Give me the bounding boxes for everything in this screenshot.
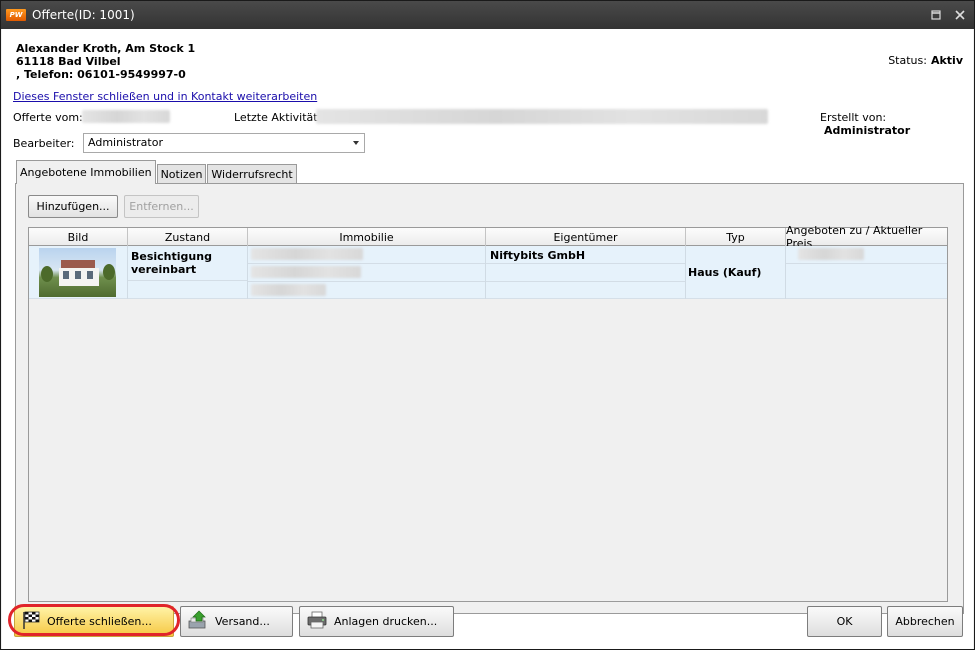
app-logo-icon: PW	[6, 9, 26, 21]
cell-eigentuemer: Niftybits GmbH	[486, 246, 686, 299]
offer-window: PW Offerte(ID: 1001) Alexander Kroth, Am…	[0, 0, 975, 650]
properties-grid: Bild Zustand Immobilie Eigentümer Typ An…	[28, 224, 948, 602]
cell-preis	[786, 246, 947, 299]
column-header-eigentuemer[interactable]: Eigentümer	[486, 228, 686, 246]
close-and-continue-link[interactable]: Dieses Fenster schließen und in Kontakt …	[13, 90, 317, 103]
highlight-annotation	[8, 604, 180, 636]
status-value: Aktiv	[930, 54, 963, 67]
contact-address: Alexander Kroth, Am Stock 1 61118 Bad Vi…	[16, 42, 195, 81]
tab-withdrawal-right[interactable]: Widerrufsrecht	[207, 164, 297, 184]
maximize-icon[interactable]	[926, 5, 946, 25]
send-icon	[187, 610, 209, 633]
contact-city: 61118 Bad Vilbel	[16, 55, 121, 68]
property-photo	[39, 248, 116, 297]
status: Status: Aktiv	[888, 54, 963, 67]
window-content: Alexander Kroth, Am Stock 1 61118 Bad Vi…	[2, 29, 973, 649]
last-activity-redacted	[316, 109, 768, 124]
column-header-immobilie[interactable]: Immobilie	[248, 228, 486, 246]
cell-zustand: Besichtigung vereinbart	[128, 246, 248, 299]
tab-strip: Angebotene Immobilien Notizen Widerrufsr…	[16, 160, 298, 184]
window-title: Offerte(ID: 1001)	[32, 8, 135, 22]
cell-bild	[29, 246, 128, 299]
created-by: Erstellt von: Administrator	[820, 111, 973, 137]
bearbeiter-value: Administrator	[88, 136, 163, 149]
created-by-label: Erstellt von:	[820, 111, 887, 124]
offerte-date-redacted	[82, 110, 170, 123]
immobilie-line1-redacted	[251, 248, 363, 260]
tab-notes[interactable]: Notizen	[156, 164, 207, 184]
contact-name-street: Alexander Kroth, Am Stock 1	[16, 42, 196, 55]
tab-offered-properties[interactable]: Angebotene Immobilien	[16, 160, 156, 184]
offerte-vom-label: Offerte vom:	[13, 111, 83, 124]
bearbeiter-select[interactable]: Administrator	[83, 133, 365, 153]
print-attachments-button[interactable]: Anlagen drucken...	[299, 606, 454, 637]
add-button[interactable]: Hinzufügen...	[28, 195, 118, 218]
versand-button[interactable]: Versand...	[180, 606, 293, 637]
typ-value: Haus (Kauf)	[688, 266, 762, 279]
status-label: Status:	[888, 54, 927, 67]
zustand-value: Besichtigung vereinbart	[131, 250, 212, 276]
owner-value: Niftybits GmbH	[490, 249, 586, 262]
versand-label: Versand...	[215, 615, 270, 628]
created-by-value: Administrator	[824, 124, 911, 137]
cell-immobilie	[248, 246, 486, 299]
ok-button[interactable]: OK	[807, 606, 882, 637]
title-bar: PW Offerte(ID: 1001)	[1, 1, 974, 29]
price-redacted	[798, 248, 864, 260]
printer-icon	[306, 610, 328, 633]
contact-phone: , Telefon: 06101-9549997-0	[16, 68, 186, 81]
cell-typ: Haus (Kauf)	[686, 246, 786, 299]
last-activity-label: Letzte Aktivität:	[234, 111, 322, 124]
remove-button[interactable]: Entfernen...	[124, 195, 199, 218]
cancel-button[interactable]: Abbrechen	[887, 606, 963, 637]
column-header-zustand[interactable]: Zustand	[128, 228, 248, 246]
print-attachments-label: Anlagen drucken...	[334, 615, 438, 628]
column-header-preis[interactable]: Angeboten zu / Aktueller Preis	[786, 224, 947, 250]
bearbeiter-label: Bearbeiter:	[13, 137, 75, 150]
column-header-typ[interactable]: Typ	[686, 228, 786, 246]
table-row[interactable]: Besichtigung vereinbart Niftybits GmbH H…	[29, 246, 947, 299]
chevron-down-icon	[353, 141, 359, 145]
tab-panel-offered-properties: Hinzufügen... Entfernen... Bild Zustand …	[15, 183, 964, 614]
column-header-bild[interactable]: Bild	[29, 228, 128, 246]
grid-header: Bild Zustand Immobilie Eigentümer Typ An…	[29, 224, 947, 250]
immobilie-line3-redacted	[251, 284, 326, 296]
close-icon[interactable]	[950, 5, 970, 25]
immobilie-line2-redacted	[251, 266, 361, 278]
